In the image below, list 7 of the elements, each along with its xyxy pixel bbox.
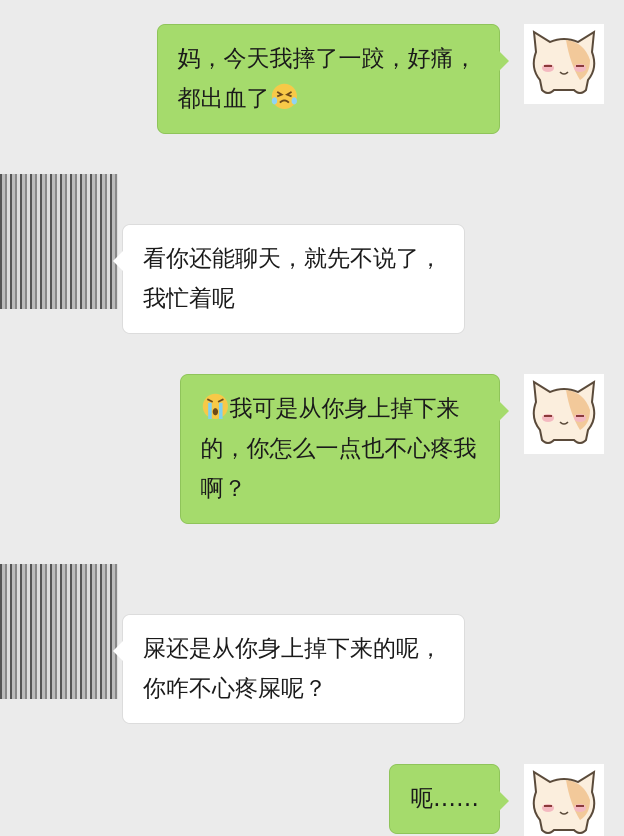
message-text: 看你还能聊天，就先不说了，我忙着呢 <box>143 245 443 314</box>
message-text: 呃…… <box>410 785 479 814</box>
message-text: 妈，今天我摔了一跤，好痛，都出血了 <box>178 45 478 114</box>
laughing-crying-face-icon <box>270 82 298 111</box>
message-text: 屎还是从你身上掉下来的呢，你咋不心疼屎呢？ <box>143 635 443 704</box>
crying-face-icon <box>200 392 230 421</box>
message-text: 我可是从你身上掉下来的，你怎么一点也不心疼我啊？ <box>200 389 479 509</box>
